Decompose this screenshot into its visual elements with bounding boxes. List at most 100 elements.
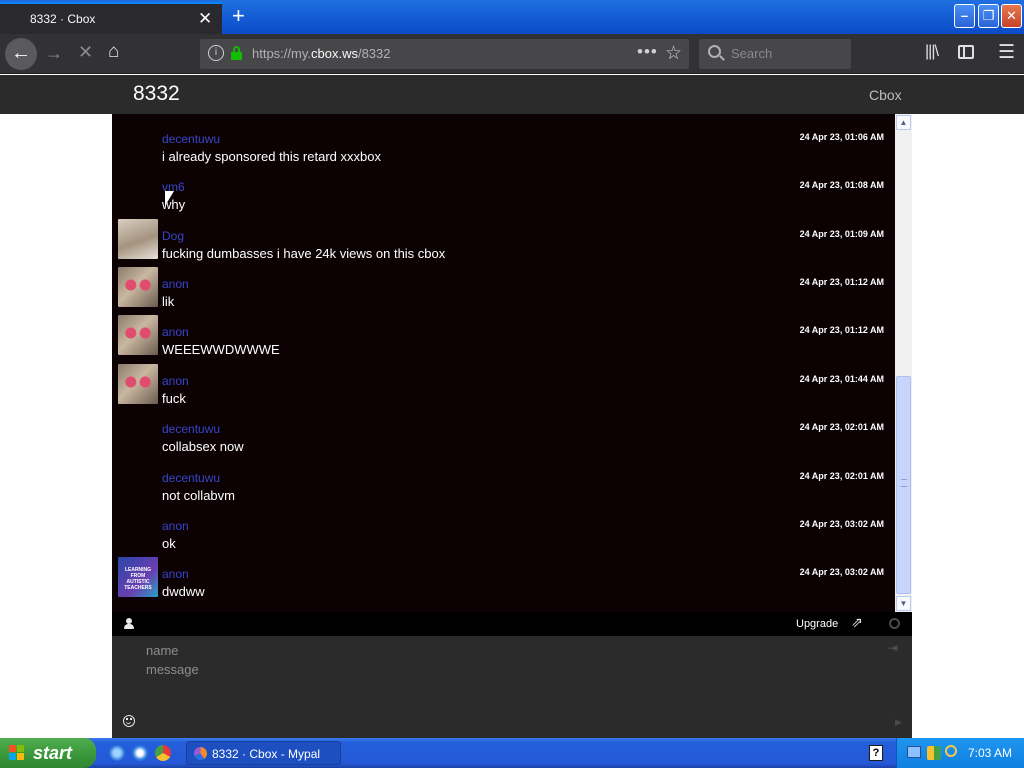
home-icon[interactable]: ⌂	[108, 41, 119, 63]
avatar	[118, 267, 158, 307]
back-button[interactable]: ←	[5, 38, 37, 70]
window-maximize-button[interactable]: ❐	[978, 4, 999, 28]
search-tray-icon[interactable]	[945, 745, 957, 757]
message-time: 24 Apr 23, 02:01 AM	[799, 471, 884, 481]
avatar	[118, 364, 158, 404]
message-text: WEEEWWDWWWE	[162, 342, 280, 357]
network-icon[interactable]	[907, 746, 921, 758]
message-scrollbar[interactable]: ▲ ▼	[895, 114, 912, 612]
start-button[interactable]: start	[0, 738, 96, 768]
window-minimize-button[interactable]: –	[954, 4, 975, 28]
clock: 7:03 AM	[968, 746, 1013, 760]
url-bar[interactable]: i https://my.cbox.ws/8332 ••• ☆	[200, 39, 689, 69]
login-icon[interactable]: ⇥	[888, 641, 898, 655]
search-placeholder: Search	[731, 46, 773, 61]
new-tab-button[interactable]: +	[232, 3, 245, 29]
taskbar: start 8332 · Cbox - Mypal ? 7:03 AM	[0, 738, 1024, 768]
brand-link[interactable]: Cbox	[869, 87, 902, 103]
upgrade-link[interactable]: Upgrade	[796, 618, 838, 630]
popout-icon[interactable]: ⇗	[851, 614, 863, 631]
stop-icon[interactable]: ✕	[78, 42, 93, 63]
message-input[interactable]	[146, 662, 886, 714]
tab-title: 8332 · Cbox	[30, 12, 96, 26]
browser-tab-bar: 8332 · Cbox ✕ + – ❐ ✕	[0, 0, 1024, 34]
message-text: i already sponsored this retard xxxbox	[162, 149, 381, 164]
message-username[interactable]: decentuwu	[162, 422, 220, 436]
chat-message: decentuwu collabsex now 24 Apr 23, 02:01…	[112, 410, 895, 458]
message-time: 24 Apr 23, 02:01 AM	[799, 422, 884, 432]
forward-button[interactable]: →	[45, 43, 63, 64]
bookmark-star-icon[interactable]: ☆	[665, 42, 682, 65]
chat-toolbar: Upgrade ⇗	[112, 612, 912, 636]
message-text: collabsex now	[162, 439, 244, 454]
start-label: start	[33, 743, 73, 763]
chat-message: anon ok 24 Apr 23, 03:02 AM	[112, 507, 895, 555]
security-icon[interactable]	[927, 746, 941, 760]
message-time: 24 Apr 23, 01:12 AM	[799, 277, 884, 287]
message-text: dwdww	[162, 584, 205, 599]
user-icon[interactable]	[124, 618, 134, 630]
browser-icon[interactable]	[132, 745, 148, 761]
message-time: 24 Apr 23, 03:02 AM	[799, 567, 884, 577]
chat-message: anon WEEEWWDWWWE 24 Apr 23, 01:12 AM	[112, 313, 895, 361]
taskbar-item-browser[interactable]: 8332 · Cbox - Mypal	[186, 741, 341, 765]
chat-message: decentuwu not collabvm 24 Apr 23, 02:01 …	[112, 459, 895, 507]
scroll-thumb[interactable]	[896, 376, 911, 594]
message-username[interactable]: anon	[162, 374, 189, 388]
browser-tab[interactable]: 8332 · Cbox ✕	[0, 2, 222, 34]
internet-explorer-icon[interactable]	[109, 745, 125, 761]
message-text: fucking dumbasses i have 24k views on th…	[162, 246, 446, 261]
chat-message: vm6 why 24 Apr 23, 01:08 AM	[112, 168, 895, 216]
message-time: 24 Apr 23, 01:44 AM	[799, 374, 884, 384]
windows-flag-icon	[9, 745, 25, 761]
message-username[interactable]: Dog	[162, 229, 184, 243]
chat-message: Dog fucking dumbasses i have 24k views o…	[112, 217, 895, 265]
library-icon[interactable]: |||\	[925, 43, 939, 61]
mypal-icon	[194, 747, 207, 760]
browser-nav-bar: ← → ✕ ⌂ i https://my.cbox.ws/8332 ••• ☆ …	[0, 34, 1024, 74]
taskbar-item-label: 8332 · Cbox - Mypal	[212, 747, 321, 761]
avatar	[118, 315, 158, 355]
message-text: fuck	[162, 391, 186, 406]
message-username[interactable]: anon	[162, 567, 189, 581]
refresh-icon[interactable]	[889, 618, 900, 629]
url-text[interactable]: https://my.cbox.ws/8332	[252, 46, 391, 61]
page-title: 8332	[133, 82, 180, 105]
send-arrow-icon[interactable]: ▶	[895, 717, 902, 728]
message-time: 24 Apr 23, 01:09 AM	[799, 229, 884, 239]
message-username[interactable]: anon	[162, 519, 189, 533]
name-input[interactable]	[146, 640, 846, 660]
avatar	[118, 219, 158, 259]
window-close-button[interactable]: ✕	[1001, 4, 1022, 28]
message-username[interactable]: anon	[162, 277, 189, 291]
tab-close-icon[interactable]: ✕	[198, 9, 212, 29]
chat-message: decentuwu i already sponsored this retar…	[112, 120, 895, 168]
scroll-up-button[interactable]: ▲	[896, 115, 911, 130]
message-time: 24 Apr 23, 01:08 AM	[799, 180, 884, 190]
search-input[interactable]: Search	[699, 39, 851, 69]
system-tray: 7:03 AM	[896, 738, 1024, 768]
message-username[interactable]: decentuwu	[162, 132, 220, 146]
scroll-down-button[interactable]: ▼	[896, 596, 911, 611]
message-text: not collabvm	[162, 488, 235, 503]
avatar: LEARNING FROM AUTISTIC TEACHERS	[118, 557, 158, 597]
page-header: 8332 Cbox	[0, 75, 1024, 114]
emoji-icon[interactable]	[123, 715, 135, 727]
hamburger-menu-icon[interactable]: ☰	[998, 41, 1015, 64]
lock-icon[interactable]	[231, 46, 242, 60]
message-username[interactable]: decentuwu	[162, 471, 220, 485]
help-icon[interactable]: ?	[869, 745, 883, 761]
sidebar-icon[interactable]	[958, 45, 974, 59]
message-text: lik	[162, 294, 175, 309]
chat-message: anon lik 24 Apr 23, 01:12 AM	[112, 265, 895, 313]
message-list[interactable]: decentuwu i already sponsored this retar…	[112, 114, 895, 612]
page-actions-icon[interactable]: •••	[637, 42, 658, 62]
message-time: 24 Apr 23, 01:12 AM	[799, 325, 884, 335]
info-icon[interactable]: i	[208, 45, 224, 61]
message-username[interactable]: anon	[162, 325, 189, 339]
chat-message: LEARNING FROM AUTISTIC TEACHERS anon dwd…	[112, 555, 895, 603]
mouse-cursor-icon	[165, 191, 174, 206]
message-text: ok	[162, 536, 176, 551]
chrome-icon[interactable]	[155, 745, 171, 761]
post-form: ⇥ ▶	[112, 636, 912, 738]
